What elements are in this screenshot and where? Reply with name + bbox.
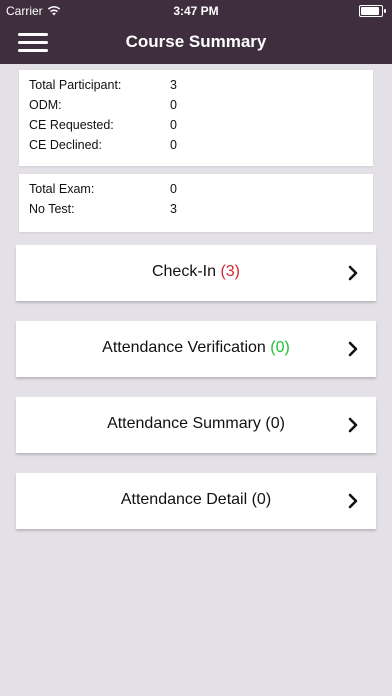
attendance-summary-button[interactable]: Attendance Summary (0) (16, 397, 376, 453)
navigation-bar: Course Summary (0, 22, 392, 64)
total-exam-value: 0 (170, 182, 177, 196)
check-in-count: (3) (220, 263, 241, 280)
no-test-label: No Test: (29, 202, 75, 216)
attendance-verification-count: (0) (270, 339, 290, 356)
attendance-verification-label: Attendance Verification (0) (16, 339, 376, 357)
attendance-summary-label: Attendance Summary (0) (107, 415, 285, 432)
ce-declined-label: CE Declined: (29, 138, 102, 152)
ce-requested-value: 0 (170, 118, 177, 132)
participant-summary-card: Total Participant: 3 ODM: 0 CE Requested… (19, 70, 373, 166)
no-test-row: No Test: 3 (29, 201, 177, 217)
check-in-label: Check-In (3) (16, 263, 376, 281)
check-in-button[interactable]: Check-In (3) (16, 245, 376, 301)
top-bar: Carrier 3:47 PM Course Summary (0, 0, 392, 64)
attendance-detail-label: Attendance Detail (0) (120, 491, 272, 508)
ce-requested-row: CE Requested: 0 (29, 117, 177, 133)
exam-summary-card: Total Exam: 0 No Test: 3 (19, 174, 373, 232)
no-test-value: 3 (170, 202, 177, 216)
chevron-right-icon (348, 341, 358, 357)
total-participant-row: Total Participant: 3 (29, 77, 177, 93)
chevron-right-icon (348, 417, 358, 433)
chevron-right-icon (348, 265, 358, 281)
ce-declined-row: CE Declined: 0 (29, 137, 177, 153)
total-exam-row: Total Exam: 0 (29, 181, 177, 197)
odm-value: 0 (170, 98, 177, 112)
attendance-verification-button[interactable]: Attendance Verification (0) (16, 321, 376, 377)
attendance-detail-button[interactable]: Attendance Detail (0) (16, 473, 376, 529)
ce-requested-label: CE Requested: (29, 118, 114, 132)
odm-row: ODM: 0 (29, 97, 177, 113)
chevron-right-icon (348, 493, 358, 509)
total-participant-value: 3 (170, 78, 177, 92)
ce-declined-value: 0 (170, 138, 177, 152)
battery-icon (359, 5, 386, 17)
status-time: 3:47 PM (173, 4, 219, 18)
odm-label: ODM: (29, 98, 62, 112)
attendance-verification-text: Attendance Verification (102, 339, 266, 356)
check-in-text: Check-In (151, 263, 216, 280)
status-bar: Carrier 3:47 PM (0, 0, 392, 22)
total-participant-label: Total Participant: (29, 78, 122, 92)
total-exam-label: Total Exam: (29, 182, 95, 196)
page-title: Course Summary (125, 32, 267, 51)
